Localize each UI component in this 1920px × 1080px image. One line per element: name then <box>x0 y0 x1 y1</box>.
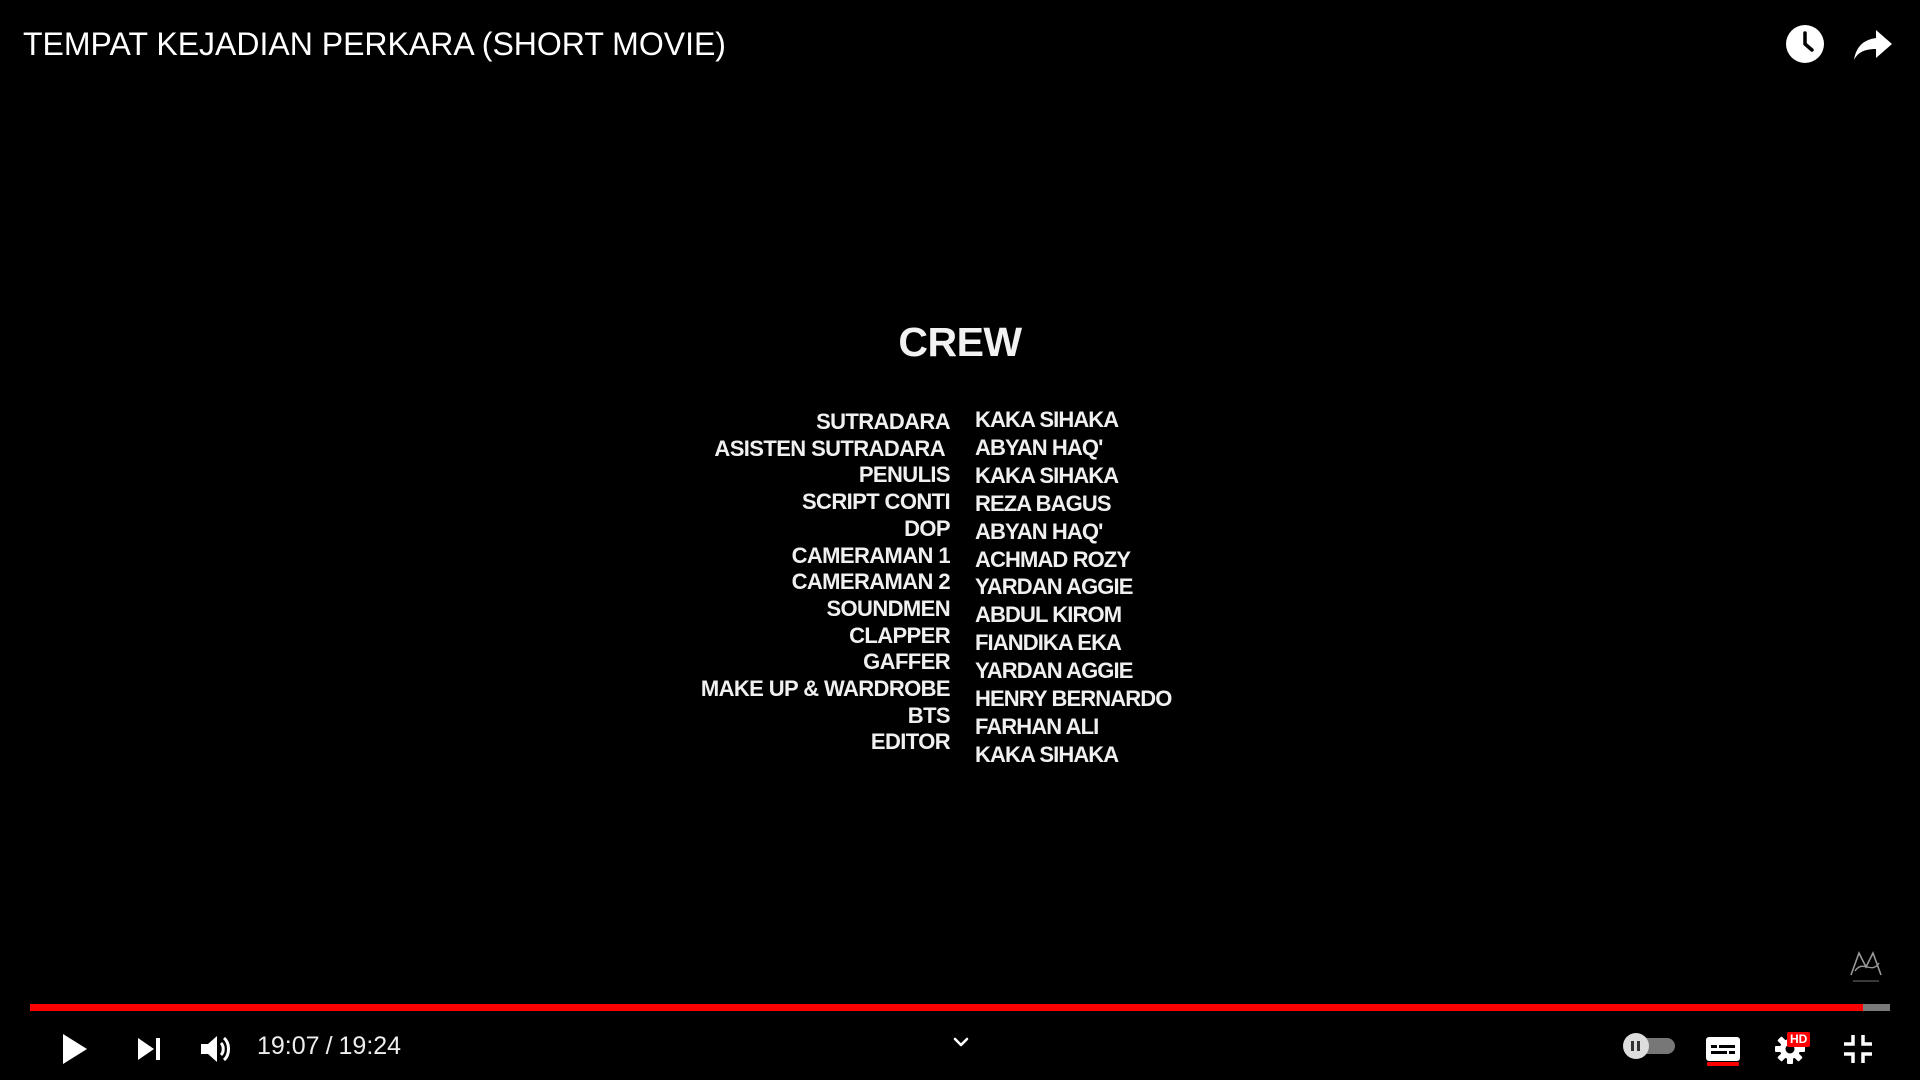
play-icon <box>63 1034 87 1064</box>
credit-name: YARDAN AGGIE <box>975 574 1133 600</box>
credits-names-column: KAKA SIHAKA ABYAN HAQ' KAKA SIHAKA REZA … <box>975 406 1172 769</box>
hd-badge: HD <box>1787 1032 1811 1047</box>
credits-roles-column: SUTRADARA ASISTEN SUTRADARA PENULIS SCRI… <box>700 409 951 756</box>
credit-role: SCRIPT CONTI <box>801 489 951 515</box>
autoplay-toggle[interactable] <box>1623 1033 1677 1059</box>
channel-watermark-icon <box>1850 950 1882 982</box>
progress-bar[interactable] <box>30 1004 1890 1011</box>
exit-fullscreen-button[interactable] <box>1838 1029 1878 1069</box>
time-display: 19:07/19:24 <box>257 1032 402 1060</box>
autoplay-knob <box>1623 1033 1649 1059</box>
top-bar: TEMPAT KEJADIAN PERKARA (SHORT MOVIE) <box>0 0 1920 90</box>
credit-role: DOP <box>904 515 950 541</box>
pause-bar <box>1631 1041 1634 1051</box>
channel-watermark[interactable] <box>1845 945 1887 987</box>
credit-role: GAFFER <box>863 649 950 675</box>
next-button[interactable] <box>130 1029 170 1069</box>
next-icon <box>138 1038 160 1060</box>
current-time: 19:07 <box>257 1032 320 1060</box>
credit-name: ABYAN HAQ' <box>975 518 1103 544</box>
credit-role: CAMERAMAN 1 <box>791 542 951 568</box>
credit-role: MAKE UP & WARDROBE <box>700 676 951 702</box>
credit-name: FARHAN ALI <box>975 713 1099 739</box>
play-button[interactable] <box>53 1029 93 1069</box>
credit-name: KAKA SIHAKA <box>975 462 1119 488</box>
share-button[interactable] <box>1851 22 1895 66</box>
credit-name: KAKA SIHAKA <box>975 741 1119 767</box>
credit-name: ABYAN HAQ' <box>975 434 1103 460</box>
credit-role: PENULIS <box>858 462 951 488</box>
credit-role: SOUNDMEN <box>826 595 950 621</box>
clock-icon <box>1786 25 1824 63</box>
share-arrow-icon <box>1854 30 1892 60</box>
video-player[interactable]: TEMPAT KEJADIAN PERKARA (SHORT MOVIE) CR… <box>0 0 1920 1080</box>
watch-later-button[interactable] <box>1783 22 1827 66</box>
credit-name: REZA BAGUS <box>975 490 1112 516</box>
credit-name: YARDAN AGGIE <box>975 658 1133 684</box>
credit-role: CLAPPER <box>849 622 951 648</box>
progress-played <box>30 1004 1863 1011</box>
exit-fullscreen-icon <box>1844 1035 1872 1063</box>
credit-role: SUTRADARA <box>816 409 951 434</box>
credits-heading: CREW <box>898 319 1022 365</box>
credit-name: FIANDIKA EKA <box>975 630 1122 656</box>
chevron-down-icon <box>953 1037 969 1047</box>
volume-icon <box>201 1036 230 1062</box>
subtitles-active-indicator <box>1707 1062 1739 1066</box>
pause-bar <box>1637 1041 1640 1051</box>
credit-name: KAKA SIHAKA <box>975 407 1119 432</box>
volume-button[interactable] <box>196 1029 236 1069</box>
credit-role: BTS <box>907 702 951 728</box>
chevron-down-button[interactable] <box>946 1028 976 1058</box>
video-title[interactable]: TEMPAT KEJADIAN PERKARA (SHORT MOVIE) <box>23 24 726 64</box>
credit-role: CAMERAMAN 2 <box>791 569 951 595</box>
duration: 19:24 <box>338 1032 402 1060</box>
credit-name: ACHMAD ROZY <box>975 546 1131 572</box>
credit-role: EDITOR <box>870 729 951 755</box>
credit-role: ASISTEN SUTRADARA <box>714 435 945 461</box>
credit-name: ABDUL KIROM <box>975 602 1122 628</box>
credit-name: HENRY BERNARDO <box>975 686 1172 712</box>
